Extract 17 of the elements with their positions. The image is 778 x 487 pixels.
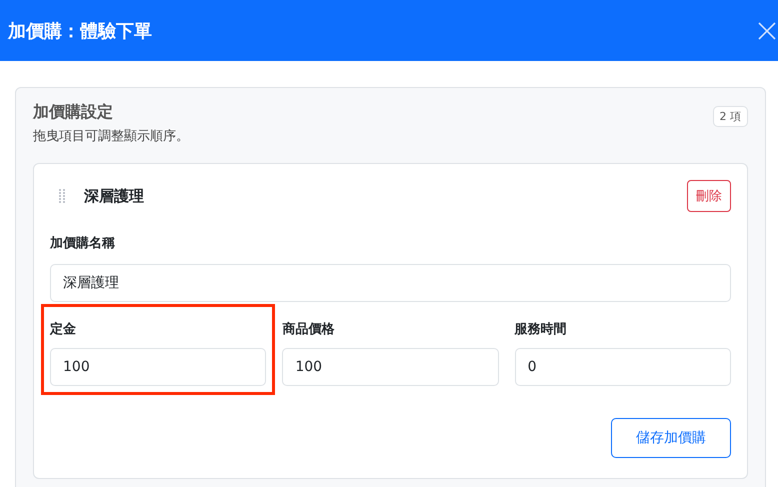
dialog-title: 加價購：體驗下單: [8, 20, 152, 42]
delete-button[interactable]: 刪除: [687, 180, 731, 212]
number-input[interactable]: 0: [514, 348, 731, 386]
name-input[interactable]: 深層護理: [50, 264, 731, 302]
drag-handle-icon[interactable]: [58, 188, 66, 204]
save-button[interactable]: 儲存加價購: [611, 418, 731, 458]
field-label: 服務時間: [514, 321, 568, 338]
field-label: 商品價格: [282, 320, 336, 338]
field-label: 加價購名稱: [50, 235, 116, 252]
close-icon[interactable]: [758, 22, 776, 40]
section-hint: 拖曳項目可調整顯示順序。: [33, 128, 189, 145]
number-input[interactable]: 100: [282, 348, 499, 386]
number-input[interactable]: 100: [50, 348, 266, 386]
count-badge: 2 項: [712, 106, 748, 127]
field-label: 定金: [50, 320, 77, 338]
section-title: 加價購設定: [33, 102, 114, 123]
item-name: 深層護理: [84, 186, 144, 206]
